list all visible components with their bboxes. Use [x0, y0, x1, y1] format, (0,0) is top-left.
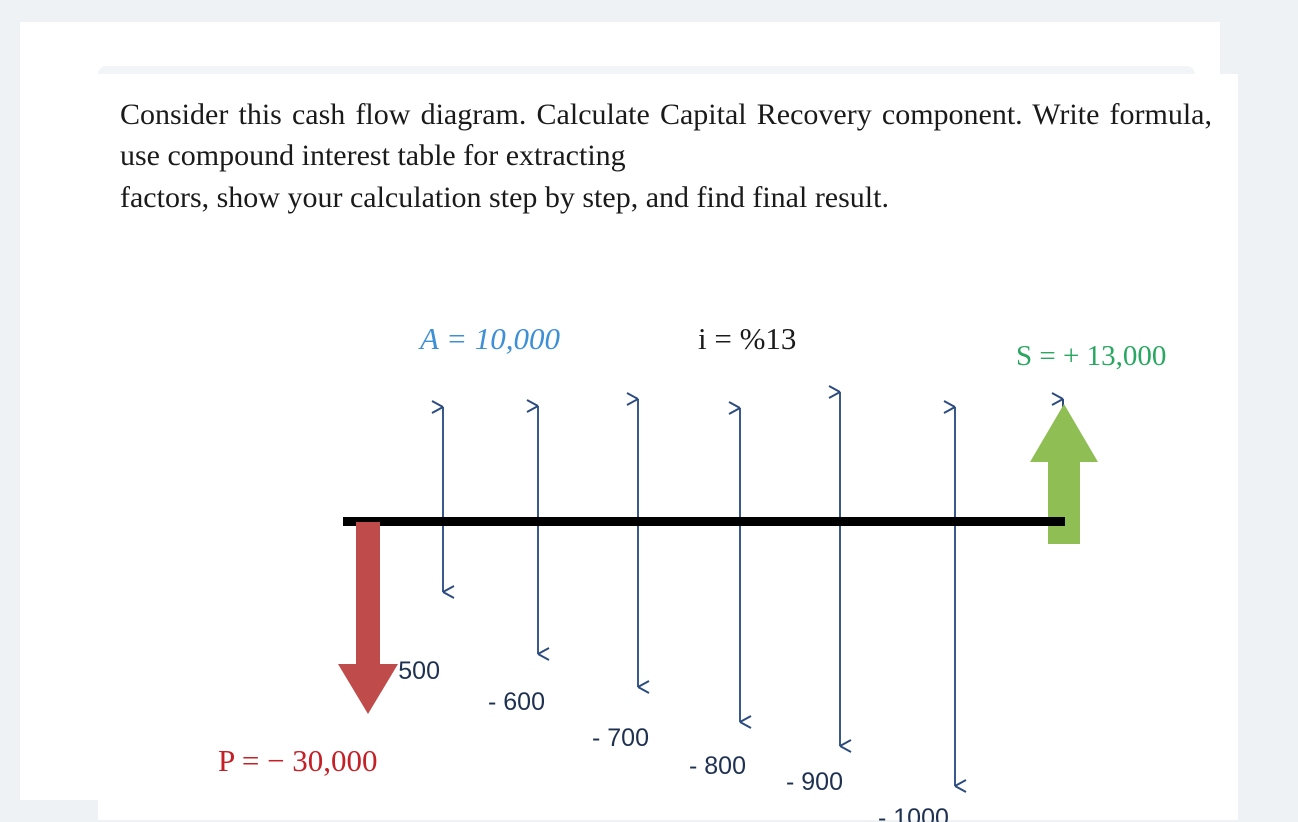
outer-card: Consider this cash flow diagram. Calcula…	[20, 22, 1238, 822]
cash-flow-diagram: A = 10,000 i = %13 S = + 13,000 P = − 30…	[98, 74, 1238, 822]
diagram-vectors	[338, 385, 1098, 793]
page-root: Consider this cash flow diagram. Calcula…	[0, 0, 1298, 822]
principal-arrow	[338, 522, 398, 714]
content-sheet: Consider this cash flow diagram. Calcula…	[98, 74, 1238, 822]
timeline-axis	[343, 517, 1065, 526]
